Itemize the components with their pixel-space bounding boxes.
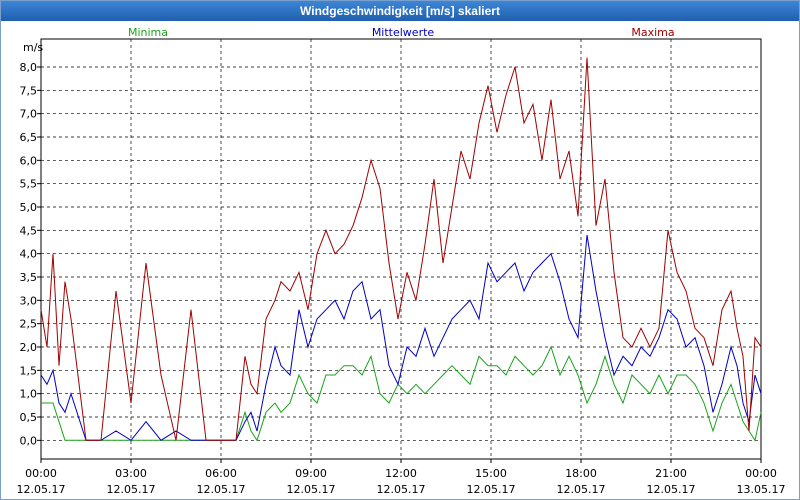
y-tick-label: 3,0 xyxy=(20,294,38,307)
x-tick-date: 12.05.17 xyxy=(557,483,606,496)
y-tick-label: 2,0 xyxy=(20,341,38,354)
x-tick-time: 21:00 xyxy=(655,467,687,480)
y-tick-label: 7,0 xyxy=(20,108,38,121)
y-axis-ticks: 0,0 0,5 1,0 1,5 2,0 2,5 3,0 3,5 4,0 4,5 5,0 5,5 6,0 6… xyxy=(20,61,41,447)
y-tick-label: 6,5 xyxy=(20,131,38,144)
x-tick-date: 12.05.17 xyxy=(467,483,516,496)
y-tick-label: 2,5 xyxy=(20,318,38,331)
y-tick-label: 5,5 xyxy=(20,178,38,191)
y-tick-label: 3,5 xyxy=(20,271,38,284)
y-tick-label: 0,0 xyxy=(20,434,38,447)
y-tick-label: 5,0 xyxy=(20,201,38,214)
y-tick-label: 8,0 xyxy=(20,61,38,74)
x-tick-time: 06:00 xyxy=(205,467,237,480)
chart-window: Windgeschwindigkeit [m/s] skaliert 0,0 0,… xyxy=(0,0,800,500)
x-tick-date: 12.05.17 xyxy=(287,483,336,496)
y-tick-label: 0,5 xyxy=(20,411,38,424)
legend-mittelwerte: Mittelwerte xyxy=(372,26,435,39)
x-tick-date: 12.05.17 xyxy=(197,483,246,496)
y-tick-label: 6,0 xyxy=(20,154,38,167)
y-tick-label: 7,5 xyxy=(20,84,38,97)
x-tick-date: 12.05.17 xyxy=(107,483,156,496)
x-tick-date: 12.05.17 xyxy=(377,483,426,496)
x-tick-time: 09:00 xyxy=(295,467,327,480)
x-tick-time: 15:00 xyxy=(475,467,507,480)
x-tick-time: 00:00 xyxy=(25,467,57,480)
x-tick-time: 12:00 xyxy=(385,467,417,480)
legend-minima: Minima xyxy=(128,26,168,39)
x-tick-date: 13.05.17 xyxy=(737,483,786,496)
x-axis-ticks: 00:00 12.05.17 03:00 12.05.17 06:00 12.05.17 0… xyxy=(17,459,786,496)
x-tick-time: 18:00 xyxy=(565,467,597,480)
y-tick-label: 1,0 xyxy=(20,388,38,401)
y-axis-label: m/s xyxy=(23,41,43,54)
x-tick-date: 12.05.17 xyxy=(17,483,66,496)
legend-maxima: Maxima xyxy=(631,26,674,39)
x-tick-date: 12.05.17 xyxy=(647,483,696,496)
x-tick-time: 00:00 xyxy=(745,467,777,480)
y-tick-label: 1,5 xyxy=(20,364,38,377)
window-title: Windgeschwindigkeit [m/s] skaliert xyxy=(1,1,799,21)
x-tick-time: 03:00 xyxy=(115,467,147,480)
y-tick-label: 4,0 xyxy=(20,248,38,261)
line-chart: 0,0 0,5 1,0 1,5 2,0 2,5 3,0 3,5 4,0 4,5 5,0 5,5 6,0 6… xyxy=(17,26,786,496)
y-tick-label: 4,5 xyxy=(20,224,38,237)
